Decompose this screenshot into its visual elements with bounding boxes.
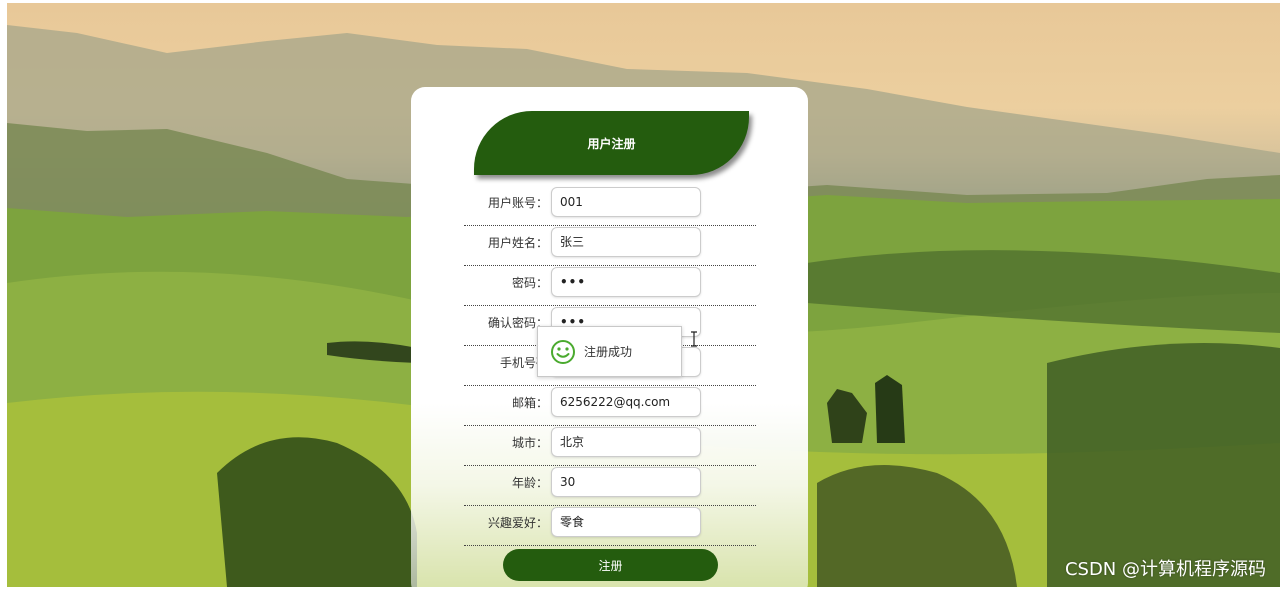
form-title: 用户注册 (474, 111, 749, 175)
watermark: CSDN @计算机程序源码 (1064, 559, 1266, 580)
hobby-input[interactable]: 零食 (551, 507, 701, 537)
city-label: 城市： (511, 436, 548, 450)
password-input[interactable]: ••• (551, 267, 701, 297)
toast-message: 注册成功 (584, 345, 633, 359)
smiley-icon (551, 339, 575, 364)
name-label: 用户姓名： (487, 236, 548, 250)
form-row-email: 邮箱： 6256222@qq.com (464, 385, 756, 426)
form-row-city: 城市： 北京 (464, 425, 756, 466)
success-toast: 注册成功 (537, 326, 682, 377)
form-row-account: 用户账号： 001 (464, 185, 756, 226)
email-label: 邮箱： (511, 396, 548, 410)
form-row-hobby: 兴趣爱好： 零食 (464, 505, 756, 546)
account-input[interactable]: 001 (551, 187, 701, 217)
email-input[interactable]: 6256222@qq.com (551, 387, 701, 417)
name-input[interactable]: 张三 (551, 227, 701, 257)
register-button[interactable]: 注册 (503, 549, 718, 581)
password-label: 密码： (511, 276, 548, 290)
form-row-age: 年龄： 30 (464, 465, 756, 506)
form-row-name: 用户姓名： 张三 (464, 225, 756, 266)
hobby-label: 兴趣爱好： (487, 516, 548, 530)
text-cursor-icon (691, 331, 697, 347)
city-input[interactable]: 北京 (551, 427, 701, 457)
age-label: 年龄： (511, 476, 548, 490)
age-input[interactable]: 30 (551, 467, 701, 497)
account-label: 用户账号： (487, 196, 548, 210)
form-row-password: 密码： ••• (464, 265, 756, 306)
